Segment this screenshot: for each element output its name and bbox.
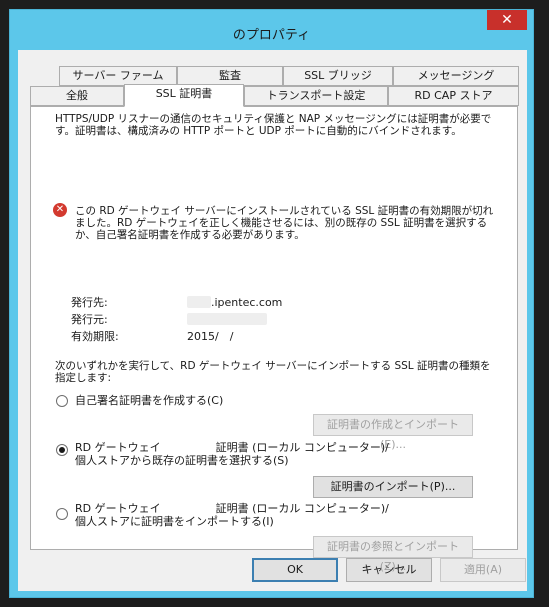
- ssl-certificate-panel: HTTPS/UDP リスナーの通信のセキュリティ保護と NAP メッセージングに…: [30, 106, 518, 573]
- error-message: この RD ゲートウェイ サーバーにインストールされている SSL 証明書の有効…: [75, 205, 494, 241]
- choose-prompt: 次のいずれかを実行して、RD ゲートウェイ サーバーにインポートする SSL 証…: [55, 360, 491, 384]
- import-certificate-button[interactable]: 証明書のインポート(P)...: [313, 476, 473, 498]
- radio-self-signed-label[interactable]: 自己署名証明書を作成する(C): [75, 394, 223, 407]
- issued-to-label: 発行先:: [71, 296, 108, 309]
- dialog-client: サーバー ファーム 監査 SSL ブリッジ メッセージング 全般 SSL 証明書…: [18, 50, 527, 591]
- create-import-button[interactable]: 証明書の作成とインポート(E)...: [313, 414, 473, 451]
- properties-window: のプロパティ ✕ サーバー ファーム 監査 SSL ブリッジ メッセージング 全…: [9, 9, 534, 598]
- tab-messaging[interactable]: メッセージング: [393, 66, 519, 86]
- tab-general[interactable]: 全般: [30, 86, 124, 106]
- tab-server-farm[interactable]: サーバー ファーム: [59, 66, 177, 86]
- redacted-region: [187, 313, 267, 325]
- issued-by-label: 発行元:: [71, 313, 108, 326]
- ok-button[interactable]: OK: [252, 558, 338, 582]
- tab-rd-cap-store[interactable]: RD CAP ストア: [388, 86, 519, 106]
- radio-browse-import-label-line2[interactable]: 個人ストアに証明書をインポートする(I): [75, 515, 274, 528]
- apply-button[interactable]: 適用(A): [440, 558, 526, 582]
- radio-select-existing[interactable]: [56, 444, 68, 456]
- tab-ssl-bridge[interactable]: SSL ブリッジ: [283, 66, 393, 86]
- title-bar[interactable]: のプロパティ ✕: [10, 10, 533, 50]
- window-title: のプロパティ: [232, 28, 311, 43]
- browse-import-button[interactable]: 証明書の参照とインポート(Z)...: [313, 536, 473, 573]
- radio-browse-import[interactable]: [56, 508, 68, 520]
- redacted-region: [187, 296, 211, 308]
- expiry-value: 2015/ /: [187, 330, 234, 343]
- radio-self-signed[interactable]: [56, 395, 68, 407]
- radio-browse-import-label-line1[interactable]: RD ゲートウェイ 証明書 (ローカル コンピューター)/: [75, 502, 389, 515]
- expiry-label: 有効期限:: [71, 330, 119, 343]
- tab-ssl-certificate[interactable]: SSL 証明書: [124, 84, 244, 107]
- radio-select-existing-label-line1[interactable]: RD ゲートウェイ 証明書 (ローカル コンピューター)/: [75, 441, 389, 454]
- tab-audit[interactable]: 監査: [177, 66, 283, 86]
- radio-select-existing-label-line2[interactable]: 個人ストアから既存の証明書を選択する(S): [75, 454, 289, 467]
- tab-transport-settings[interactable]: トランスポート設定: [244, 86, 388, 106]
- issued-to-value: .ipentec.com: [211, 296, 283, 309]
- error-icon: ✕: [53, 203, 67, 217]
- close-button[interactable]: ✕: [487, 10, 527, 30]
- close-icon: ✕: [501, 12, 513, 28]
- intro-text: HTTPS/UDP リスナーの通信のセキュリティ保護と NAP メッセージングに…: [55, 113, 492, 137]
